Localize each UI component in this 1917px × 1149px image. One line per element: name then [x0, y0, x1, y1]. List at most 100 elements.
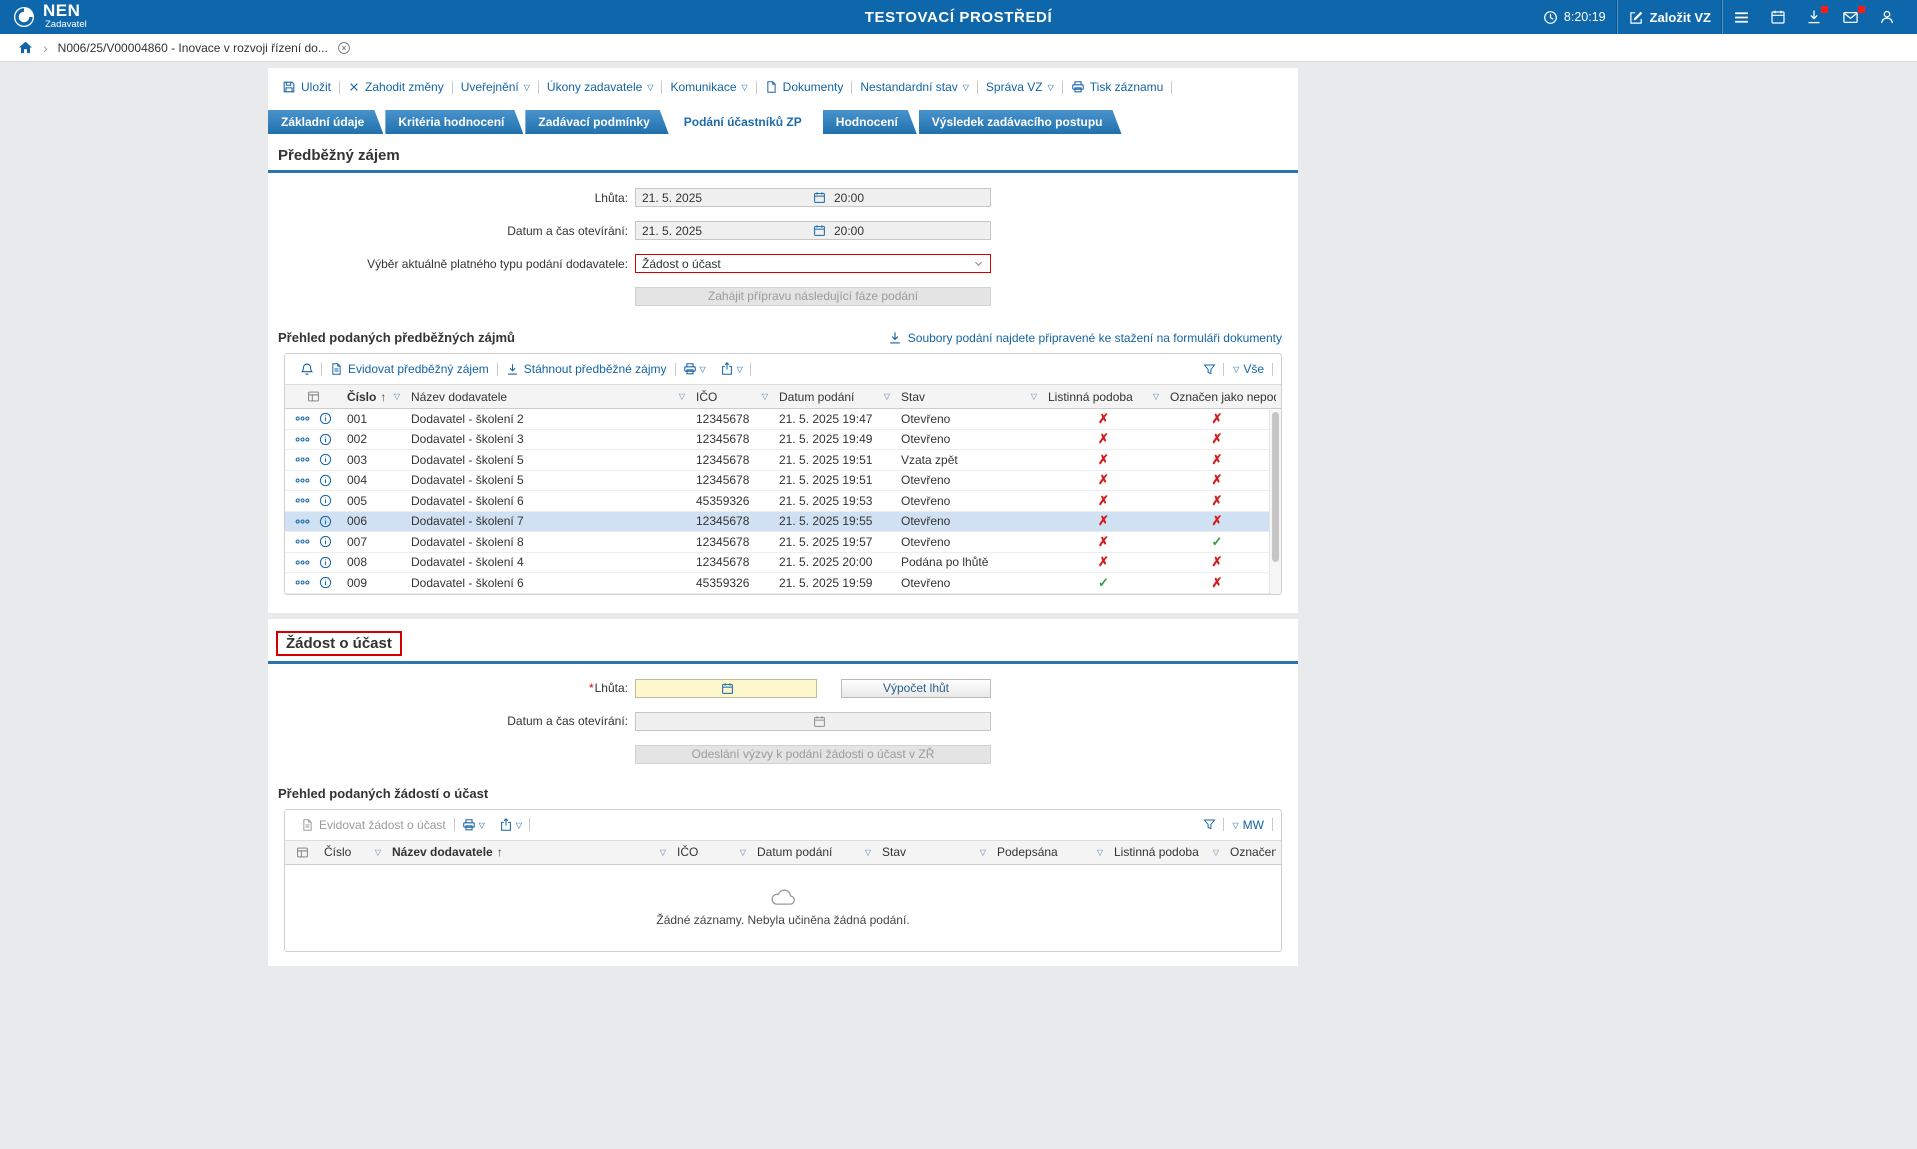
submission-type-select[interactable]: Žádost o účast	[635, 254, 991, 273]
column-header-cislo[interactable]: Číslo ↑ ▽	[341, 385, 405, 408]
view-select-label[interactable]: MW	[1243, 818, 1264, 832]
filter-button[interactable]	[1196, 363, 1223, 376]
register-zadost-button[interactable]: Evidovat žádost o účast	[293, 818, 454, 832]
breadcrumb-item[interactable]: N006/25/V00004860 - Inovace v rozvoji ří…	[58, 41, 328, 55]
downloads-button[interactable]	[1796, 0, 1832, 34]
row-menu-icon[interactable]	[295, 432, 310, 447]
user-button[interactable]	[1869, 0, 1905, 34]
filter-caret-icon[interactable]: ▽	[976, 848, 986, 857]
column-header-podepsana[interactable]: Podepsána ▽	[991, 841, 1108, 864]
view-select-label[interactable]: Vše	[1243, 362, 1264, 376]
info-icon[interactable]	[319, 412, 332, 425]
menu-button[interactable]	[1723, 0, 1760, 34]
column-chooser-icon[interactable]	[285, 841, 318, 864]
info-icon[interactable]	[319, 515, 332, 528]
info-icon[interactable]	[319, 576, 332, 589]
calendar-icon[interactable]	[813, 224, 826, 237]
print-record-button[interactable]: Tisk záznamu	[1063, 80, 1172, 94]
breadcrumb-close-icon[interactable]	[337, 41, 351, 55]
documents-button[interactable]: Dokumenty	[757, 80, 852, 94]
export-grid-button[interactable]: ▽	[713, 362, 750, 376]
scrollbar-thumb[interactable]	[1272, 412, 1279, 562]
filter-caret-icon[interactable]: ▽	[371, 848, 381, 857]
filter-caret-icon[interactable]: ▽	[736, 848, 746, 857]
column-header-cislo[interactable]: Číslo ▽	[318, 841, 386, 864]
tab-vysledek-zadavaciho-postupu[interactable]: Výsledek zadávacího postupu	[919, 110, 1122, 134]
info-icon[interactable]	[319, 453, 332, 466]
row-menu-icon[interactable]	[295, 493, 310, 508]
row-menu-icon[interactable]	[295, 555, 310, 570]
info-icon[interactable]	[319, 474, 332, 487]
table-row[interactable]: 008 Dodavatel - školení 4 12345678 21. 5…	[285, 553, 1281, 574]
row-menu-icon[interactable]	[295, 452, 310, 467]
table-row[interactable]: 009 Dodavatel - školení 6 45359326 21. 5…	[285, 573, 1281, 594]
nen-logo[interactable]: NEN Zadavatel	[12, 4, 87, 30]
column-header-nazev-dodavatele[interactable]: Název dodavatele ▽	[405, 385, 690, 408]
filter-caret-icon[interactable]: ▽	[675, 392, 685, 401]
calendar-button[interactable]	[1760, 0, 1796, 34]
filter-caret-icon[interactable]: ▽	[1149, 392, 1159, 401]
view-select-chevron[interactable]: ▽	[1233, 822, 1239, 830]
vz-admin-menu[interactable]: Správa VZ ▽	[978, 80, 1062, 94]
column-header-stav[interactable]: Stav ▽	[895, 385, 1042, 408]
info-icon[interactable]	[319, 494, 332, 507]
download-prelim-button[interactable]: Stáhnout předběžné zájmy	[498, 362, 675, 376]
publish-menu[interactable]: Uveřejnění ▽	[453, 80, 538, 94]
export-grid-button[interactable]: ▽	[492, 818, 529, 832]
tab-hodnoceni[interactable]: Hodnocení	[823, 110, 917, 134]
communication-menu[interactable]: Komunikace ▽	[662, 80, 755, 94]
column-header-nazev-dodavatele[interactable]: Název dodavatele ↑ ▽	[386, 841, 671, 864]
row-menu-icon[interactable]	[295, 411, 310, 426]
zadost-deadline-input[interactable]	[635, 679, 817, 698]
filter-caret-icon[interactable]: ▽	[758, 392, 768, 401]
row-menu-icon[interactable]	[295, 473, 310, 488]
filter-caret-icon[interactable]: ▽	[861, 848, 871, 857]
discard-changes-button[interactable]: Zahodit změny	[340, 80, 452, 94]
start-next-phase-button[interactable]: Zahájit přípravu následující fáze podání	[635, 287, 991, 306]
messages-button[interactable]	[1832, 0, 1869, 34]
column-header-stav[interactable]: Stav ▽	[876, 841, 991, 864]
tab-podani-ucastniku-zp[interactable]: Podání účastníků ZP	[671, 110, 821, 134]
submission-files-link[interactable]: Soubory podání najdete připravené ke sta…	[888, 331, 1282, 345]
row-menu-icon[interactable]	[295, 534, 310, 549]
calc-deadlines-button[interactable]: Výpočet lhůt	[841, 679, 991, 698]
column-header-oznacen-nepodany[interactable]: Označen jako nepodaný	[1164, 385, 1281, 408]
home-icon[interactable]	[18, 40, 33, 55]
table-row[interactable]: 003 Dodavatel - školení 5 12345678 21. 5…	[285, 450, 1281, 471]
save-button[interactable]: Uložit	[274, 80, 339, 94]
filter-caret-icon[interactable]: ▽	[1027, 392, 1037, 401]
column-header-ico[interactable]: IČO ▽	[671, 841, 751, 864]
create-vz-button[interactable]: Založit VZ	[1618, 0, 1722, 34]
nonstandard-state-menu[interactable]: Nestandardní stav ▽	[852, 80, 977, 94]
row-menu-icon[interactable]	[295, 575, 310, 590]
filter-button[interactable]	[1196, 818, 1223, 831]
view-select-chevron[interactable]: ▽	[1233, 366, 1239, 374]
column-header-ico[interactable]: IČO ▽	[690, 385, 773, 408]
column-header-datum-podani[interactable]: Datum podání ▽	[773, 385, 895, 408]
table-row[interactable]: 004 Dodavatel - školení 5 12345678 21. 5…	[285, 471, 1281, 492]
deadline-datetime-field[interactable]: 21. 5. 2025 20:00	[635, 188, 991, 207]
print-grid-button[interactable]: ▽	[676, 362, 713, 376]
info-icon[interactable]	[319, 535, 332, 548]
tab-zadavaci-podminky[interactable]: Zadávací podmínky	[525, 110, 668, 134]
table-row[interactable]: 002 Dodavatel - školení 3 12345678 21. 5…	[285, 430, 1281, 451]
send-invitation-button[interactable]: Odeslání výzvy k podání žádosti o účast …	[635, 745, 991, 764]
column-header-listinna-podoba[interactable]: Listinná podoba ▽	[1108, 841, 1224, 864]
opening-datetime-field[interactable]: 21. 5. 2025 20:00	[635, 221, 991, 240]
filter-caret-icon[interactable]: ▽	[880, 392, 890, 401]
contracting-tasks-menu[interactable]: Úkony zadavatele ▽	[539, 80, 662, 94]
tab-zakladni-udaje[interactable]: Základní údaje	[268, 110, 383, 134]
table-row[interactable]: 006 Dodavatel - školení 7 12345678 21. 5…	[285, 512, 1281, 533]
filter-caret-icon[interactable]: ▽	[656, 848, 666, 857]
table-scrollbar[interactable]	[1269, 410, 1281, 594]
filter-caret-icon[interactable]: ▽	[390, 392, 400, 401]
column-header-oznacena[interactable]: Označena	[1224, 841, 1281, 864]
watch-bell-button[interactable]	[293, 362, 321, 377]
column-chooser-icon[interactable]	[285, 385, 341, 408]
tab-kriteria-hodnoceni[interactable]: Kritéria hodnocení	[385, 110, 523, 134]
info-icon[interactable]	[319, 556, 332, 569]
table-row[interactable]: 005 Dodavatel - školení 6 45359326 21. 5…	[285, 491, 1281, 512]
register-prelim-button[interactable]: Evidovat předběžný zájem	[322, 362, 497, 376]
row-menu-icon[interactable]	[295, 514, 310, 529]
column-header-listinna-podoba[interactable]: Listinná podoba ▽	[1042, 385, 1164, 408]
